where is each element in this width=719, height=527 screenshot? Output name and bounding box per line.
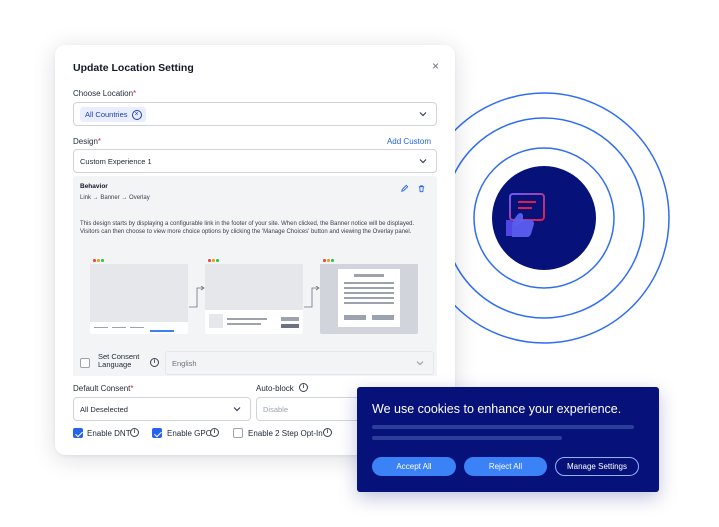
location-chip: All Countries × [80,107,146,122]
accept-all-button[interactable]: Accept All [372,457,456,476]
cookie-banner: We use cookies to enhance your experienc… [357,387,659,492]
chevron-down-icon [419,112,427,117]
info-icon[interactable]: i [299,383,308,392]
chevron-down-icon [233,407,241,412]
design-label: Design* [73,137,102,146]
design-select[interactable]: Custom Experience 1 [73,149,437,173]
arrow-connector [189,286,205,308]
chip-remove-icon[interactable]: × [131,109,142,120]
auto-block-value: Disable [263,405,289,414]
default-consent-label: Default Consent* [73,384,134,393]
design-value: Custom Experience 1 [80,157,152,166]
enable-dnt-checkbox[interactable] [73,428,83,438]
info-icon[interactable]: i [210,428,219,437]
chevron-down-icon [419,159,427,164]
banner-placeholder-line [372,436,562,440]
language-value: English [172,359,197,368]
preview-banner-thumbnail [205,257,303,334]
preview-overlay-thumbnail [320,257,418,334]
behavior-panel: Behavior Link → Banner → Overlay This de… [73,176,437,376]
reject-all-button[interactable]: Reject All [464,457,547,476]
location-select[interactable]: All Countries × [73,102,437,126]
behavior-title: Behavior [80,183,108,190]
default-consent-select[interactable]: All Deselected [73,397,251,421]
language-select[interactable]: English [165,351,434,375]
enable-dnt-label: Enable DNT [87,429,131,438]
chevron-down-icon [416,361,424,366]
enable-gpc-label: Enable GPC [167,429,212,438]
banner-title: We use cookies to enhance your experienc… [372,402,622,416]
trash-icon[interactable] [417,184,426,193]
add-custom-link[interactable]: Add Custom [387,137,431,146]
behavior-description: This design starts by displaying a confi… [80,221,415,236]
consent-thumbs-up-chat-icon [506,193,545,237]
default-consent-value: All Deselected [80,405,128,414]
consent-language-row: Set Consent Language i English [73,350,437,376]
banner-placeholder-line [372,425,634,429]
info-icon[interactable]: i [130,428,139,437]
consent-language-checkbox[interactable] [80,358,90,368]
auto-block-label: Auto-block [256,384,294,393]
pencil-icon[interactable] [400,184,409,193]
close-icon[interactable]: × [432,59,439,73]
enable-2-step-label: Enable 2 Step Opt-In [248,429,323,438]
enable-2-step-checkbox[interactable] [233,428,243,438]
behavior-flow: Link → Banner → Overlay [80,195,150,201]
consent-language-label: Set Consent Language [98,352,140,369]
enable-gpc-checkbox[interactable] [152,428,162,438]
info-icon[interactable]: i [323,428,332,437]
manage-settings-button[interactable]: Manage Settings [555,457,639,476]
preview-link-thumbnail [90,257,188,334]
arrow-connector [304,286,320,308]
info-icon[interactable]: i [150,358,159,367]
modal-title: Update Location Setting [73,62,194,74]
choose-location-label: Choose Location* [73,89,137,98]
